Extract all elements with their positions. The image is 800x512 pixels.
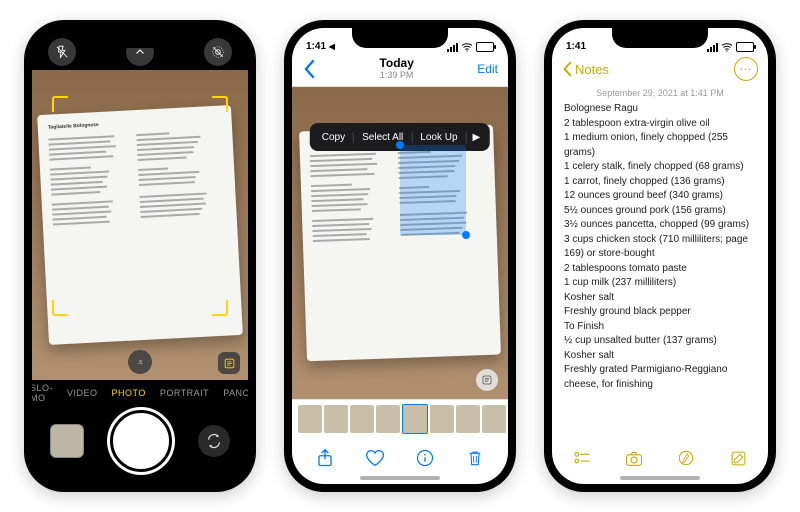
signal-icon xyxy=(707,43,718,52)
callout-look-up[interactable]: Look Up xyxy=(412,132,466,143)
back-button[interactable] xyxy=(302,59,316,79)
notch xyxy=(352,28,448,48)
live-text-toggle-icon[interactable] xyxy=(476,369,498,391)
mode-pano[interactable]: PANO xyxy=(223,388,248,398)
battery-icon xyxy=(736,42,754,52)
thumbnail[interactable] xyxy=(482,405,506,433)
signal-icon xyxy=(447,43,458,52)
camera-icon[interactable] xyxy=(624,448,644,468)
mode-portrait[interactable]: PORTRAIT xyxy=(160,388,209,398)
note-body[interactable]: Bolognese Ragu2 tablespoon extra-virgin … xyxy=(552,102,768,438)
thumbnail[interactable] xyxy=(350,405,374,433)
photos-app: 1:41 ◀ Today 1:39 PM Edit Tagliatelle Bo… xyxy=(292,28,508,484)
note-line: 1 celery stalk, finely chopped (68 grams… xyxy=(564,160,756,175)
thumbnail-strip[interactable] xyxy=(292,399,508,438)
thumbnail[interactable] xyxy=(376,405,400,433)
camera-mode-strip[interactable]: SLO-MO VIDEO PHOTO PORTRAIT PANO xyxy=(32,380,248,406)
nav-title: Today 1:39 PM xyxy=(379,57,413,80)
last-photo-thumbnail[interactable] xyxy=(50,424,84,458)
notes-app: 1:41 Notes ⋯ September 29, 2021 at 1:41 … xyxy=(552,28,768,484)
text-selection-highlight[interactable] xyxy=(400,145,466,235)
mode-slomo[interactable]: SLO-MO xyxy=(32,383,53,403)
note-line: 5½ ounces ground pork (156 grams) xyxy=(564,204,756,219)
note-line: ½ cup unsalted butter (137 grams) xyxy=(564,334,756,349)
device-photos: 1:41 ◀ Today 1:39 PM Edit Tagliatelle Bo… xyxy=(284,20,516,492)
thumbnail[interactable] xyxy=(324,405,348,433)
note-line: 1 medium onion, finely chopped (255 gram… xyxy=(564,131,756,160)
new-note-icon[interactable] xyxy=(728,448,748,468)
mode-photo[interactable]: PHOTO xyxy=(112,388,146,398)
photos-nav-header: Today 1:39 PM Edit xyxy=(292,52,508,87)
zoom-level-icon[interactable]: .5 xyxy=(128,350,152,374)
camera-viewfinder[interactable]: Tagliatelle Bolognese xyxy=(32,70,248,380)
checklist-icon[interactable] xyxy=(572,448,592,468)
notes-nav-header: Notes ⋯ xyxy=(552,52,768,86)
note-line: 2 tablespoon extra-virgin olive oil xyxy=(564,117,756,132)
callout-more-icon[interactable]: ▶ xyxy=(467,132,487,143)
thumbnail[interactable] xyxy=(298,405,322,433)
status-time: 1:41 ◀ xyxy=(306,41,335,52)
note-line: Freshly ground black pepper xyxy=(564,305,756,320)
home-indicator[interactable] xyxy=(360,476,440,480)
note-line: Kosher salt xyxy=(564,291,756,306)
note-line: To Finish xyxy=(564,320,756,335)
photo-preview[interactable]: Tagliatelle Bolognese xyxy=(292,87,508,399)
nav-title-secondary: 1:39 PM xyxy=(379,71,413,81)
flash-off-icon[interactable] xyxy=(48,38,76,66)
shutter-button[interactable] xyxy=(110,410,172,472)
status-time: 1:41 xyxy=(566,41,586,52)
notch xyxy=(612,28,708,48)
focus-corner-tr xyxy=(212,96,228,112)
info-icon[interactable] xyxy=(414,447,436,469)
notch xyxy=(92,28,188,48)
thumbnail-selected[interactable] xyxy=(402,404,428,434)
back-button[interactable]: Notes xyxy=(562,61,609,77)
home-indicator[interactable] xyxy=(620,476,700,480)
svg-text:.5: .5 xyxy=(138,360,143,366)
nav-title-primary: Today xyxy=(379,57,413,70)
back-label: Notes xyxy=(575,62,609,77)
note-line: 3 cups chicken stock (710 milliliters; p… xyxy=(564,233,756,262)
device-notes: 1:41 Notes ⋯ September 29, 2021 at 1:41 … xyxy=(544,20,776,492)
camera-shutter-row xyxy=(32,406,248,484)
note-line: Freshly grated Parmigiano-Reggiano chees… xyxy=(564,363,756,392)
callout-select-all[interactable]: Select All xyxy=(354,132,412,143)
focus-corner-br xyxy=(212,300,228,316)
selection-handle-start[interactable] xyxy=(396,141,404,149)
flip-camera-icon[interactable] xyxy=(198,425,230,457)
camera-app: Tagliatelle Bolognese xyxy=(32,28,248,484)
selection-handle-end[interactable] xyxy=(462,231,470,239)
thumbnail[interactable] xyxy=(430,405,454,433)
callout-copy[interactable]: Copy xyxy=(314,132,354,143)
note-line: Bolognese Ragu xyxy=(564,102,756,117)
note-line: 1 cup milk (237 milliliters) xyxy=(564,276,756,291)
wifi-icon xyxy=(721,42,733,52)
thumbnail[interactable] xyxy=(456,405,480,433)
live-text-icon[interactable] xyxy=(218,352,240,374)
wifi-icon xyxy=(461,42,473,52)
edit-button[interactable]: Edit xyxy=(477,62,498,76)
trash-icon[interactable] xyxy=(464,447,486,469)
note-timestamp: September 29, 2021 at 1:41 PM xyxy=(552,88,768,98)
focus-corner-tl xyxy=(52,96,68,112)
share-icon[interactable] xyxy=(314,447,336,469)
note-line: 3½ ounces pancetta, chopped (99 grams) xyxy=(564,218,756,233)
note-line: 12 ounces ground beef (340 grams) xyxy=(564,189,756,204)
live-photo-off-icon[interactable] xyxy=(204,38,232,66)
markup-icon[interactable] xyxy=(676,448,696,468)
note-line: 2 tablespoons tomato paste xyxy=(564,262,756,277)
battery-icon xyxy=(476,42,494,52)
more-options-icon[interactable]: ⋯ xyxy=(734,57,758,81)
mode-video[interactable]: VIDEO xyxy=(67,388,98,398)
device-camera: Tagliatelle Bolognese xyxy=(24,20,256,492)
focus-corner-bl xyxy=(52,300,68,316)
note-line: 1 carrot, finely chopped (136 grams) xyxy=(564,175,756,190)
favorite-icon[interactable] xyxy=(364,447,386,469)
note-line: Kosher salt xyxy=(564,349,756,364)
